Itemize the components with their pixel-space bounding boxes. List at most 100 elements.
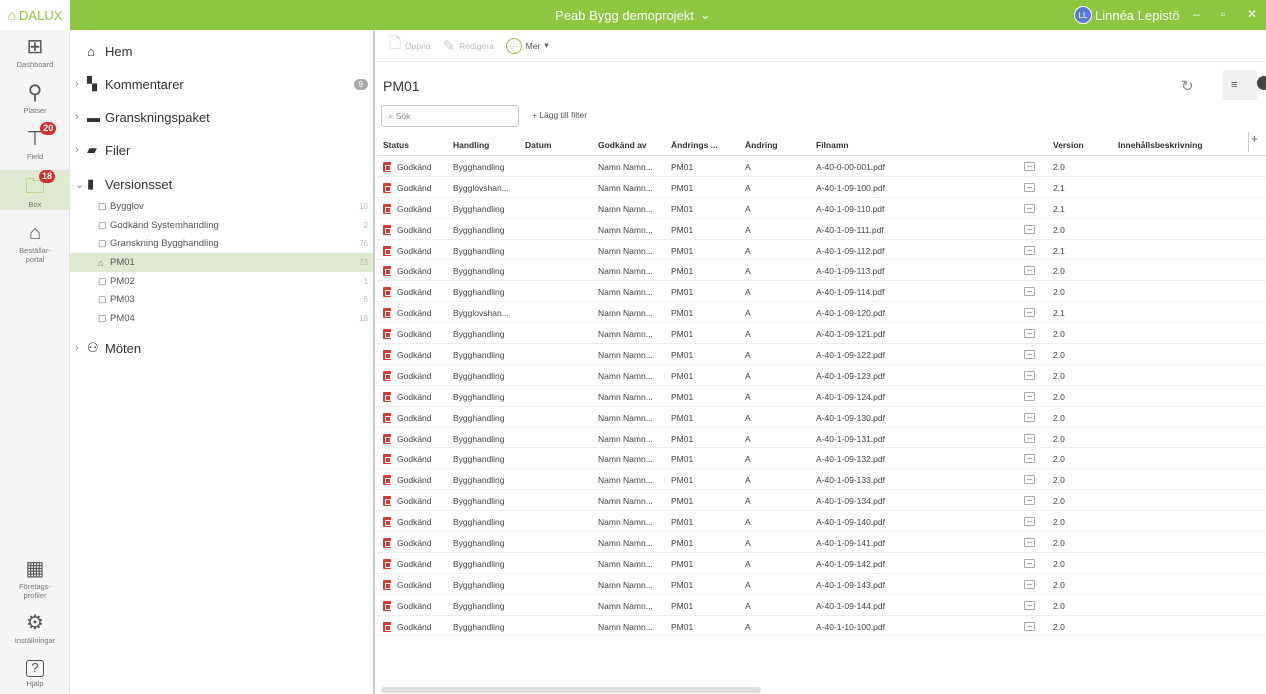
rail-dashboard[interactable]: ⊞ Dashboard <box>0 36 70 74</box>
table-row[interactable]: Godkänd Bygghandling Namn Namn... PM01 A A-40… <box>377 448 1266 470</box>
column-header-datum[interactable]: Datum <box>525 140 551 150</box>
table-row[interactable]: Godkänd Bygghandling Namn Namn... PM01 A A-40… <box>377 198 1266 219</box>
list-view-toggle[interactable]: ≡ <box>1223 70 1257 100</box>
version-set-item[interactable]: ▢ PM02 1 <box>70 272 373 290</box>
tree-item-review-packages[interactable]: › ▬ Granskningspaket <box>70 108 373 126</box>
rail-platser[interactable]: ⚲ Platser <box>0 82 70 120</box>
chevron-down-icon[interactable]: ⌄ <box>75 178 84 191</box>
rail-foretagsprofiler[interactable]: ▦ Företags- profiler <box>0 558 70 602</box>
metadata-icon[interactable] <box>1024 329 1035 339</box>
tree-item-meetings[interactable]: › ⚇ Möten <box>70 339 373 357</box>
metadata-icon[interactable] <box>1024 391 1035 401</box>
table-row[interactable]: Godkänd Bygghandling Namn Namn... PM01 A A-40… <box>377 532 1266 553</box>
table-row[interactable]: Godkänd Bygglovshan... Namn Namn... PM01 A A-… <box>377 177 1266 198</box>
user-menu[interactable]: LL Linnéa Lepistö <box>1074 5 1180 25</box>
metadata-icon[interactable] <box>1024 579 1035 589</box>
column-header-version[interactable]: Version <box>1053 140 1084 150</box>
chevron-right-icon[interactable]: › <box>75 144 79 156</box>
table-row[interactable]: Godkänd Bygghandling Namn Namn... PM01 A A-40… <box>377 260 1266 282</box>
chevron-right-icon[interactable]: › <box>75 111 79 123</box>
project-name[interactable]: Peab Bygg demoprojekt <box>555 8 694 23</box>
table-row[interactable]: Godkänd Bygghandling Namn Namn... PM01 A A-40… <box>377 240 1266 261</box>
table-row[interactable]: Godkänd Bygghandling Namn Namn... PM01 A A-40… <box>377 490 1266 512</box>
metadata-icon[interactable] <box>1024 182 1035 192</box>
table-row[interactable]: Godkänd Bygghandling Namn Namn... PM01 A A-40… <box>377 553 1266 574</box>
metadata-icon[interactable] <box>1024 266 1035 276</box>
close-button[interactable]: ✕ <box>1247 7 1257 21</box>
tree-item-comments[interactable]: › ▚ Kommentarer 9 <box>70 75 373 93</box>
rail-installningar[interactable]: ⚙ Inställningar <box>0 612 70 650</box>
rail-field[interactable]: ⊤ 20 Field <box>0 122 70 166</box>
table-row[interactable]: Godkänd Bygghandling Namn Namn... PM01 A A-40… <box>377 219 1266 240</box>
tree-item-version-sets[interactable]: ⌄ ▮ Versionsset <box>70 175 373 193</box>
table-row[interactable]: Godkänd Bygghandling Namn Namn... PM01 A A-40… <box>377 469 1266 491</box>
horizontal-scrollbar[interactable] <box>381 687 761 693</box>
table-row[interactable]: Godkänd Bygghandling Namn Namn... PM01 A A-40… <box>377 281 1266 303</box>
metadata-icon[interactable] <box>1024 308 1035 318</box>
version-set-item[interactable]: ▢ Bygglov 10 <box>70 197 373 215</box>
table-row[interactable]: Godkänd Bygghandling Namn Namn... PM01 A A-40… <box>377 407 1266 428</box>
table-row[interactable]: Godkänd Bygghandling Namn Namn... PM01 A A-40… <box>377 344 1266 365</box>
chevron-down-icon[interactable]: ⌄ <box>700 7 711 23</box>
metadata-icon[interactable] <box>1024 370 1035 380</box>
refresh-icon[interactable]: ↻ <box>1181 77 1194 95</box>
metadata-icon[interactable] <box>1024 350 1035 360</box>
metadata-icon[interactable] <box>1024 454 1035 464</box>
tree-item-home[interactable]: ⌂ Hem <box>70 42 373 60</box>
more-button[interactable]: ··· Mer ▾ <box>505 37 549 54</box>
version-set-count: 23 <box>359 258 368 267</box>
rail-hjalp[interactable]: ? Hjälp <box>0 660 70 694</box>
metadata-icon[interactable] <box>1024 496 1035 506</box>
table-row[interactable]: Godkänd Bygghandling Namn Namn... PM01 A A-40… <box>377 616 1266 637</box>
version-set-item[interactable]: ▢ Granskning Bygghandling 76 <box>70 234 373 252</box>
add-column-button[interactable]: + <box>1248 132 1262 152</box>
chevron-right-icon[interactable]: › <box>75 78 79 90</box>
maximize-button[interactable]: ▫ <box>1221 7 1225 21</box>
version-set-item-selected[interactable]: ⌂ PM01 23 <box>70 253 373 272</box>
chart-view-icon[interactable] <box>1257 76 1266 90</box>
metadata-icon[interactable] <box>1024 224 1035 234</box>
column-header-godkand-av[interactable]: Godkänd av <box>598 140 647 150</box>
metadata-icon[interactable] <box>1024 245 1035 255</box>
minimize-button[interactable]: – <box>1193 7 1200 21</box>
metadata-icon[interactable] <box>1024 517 1035 527</box>
table-row[interactable]: Godkänd Bygghandling Namn Namn... PM01 A A-40… <box>377 428 1266 449</box>
table-row[interactable]: Godkänd Bygglovshan... Namn Namn... PM01 A A-… <box>377 302 1266 324</box>
metadata-icon[interactable] <box>1024 203 1035 213</box>
chevron-right-icon[interactable]: › <box>75 342 79 354</box>
column-header-handling[interactable]: Handling <box>453 140 489 150</box>
table-row[interactable]: Godkänd Bygghandling Namn Namn... PM01 A A-40… <box>377 365 1266 386</box>
add-filter-button[interactable]: + Lägg till filter <box>532 110 587 120</box>
edit-button[interactable]: ✎ Redigera <box>443 37 494 55</box>
metadata-icon[interactable] <box>1024 412 1035 422</box>
table-row[interactable]: Godkänd Bygghandling Namn Namn... PM01 A A-40… <box>377 156 1266 177</box>
column-header-andring[interactable]: Ändring <box>745 140 778 150</box>
search-input[interactable]: ⌕ Sök <box>381 105 519 127</box>
metadata-icon[interactable] <box>1024 621 1035 631</box>
metadata-icon[interactable] <box>1024 475 1035 485</box>
metadata-icon[interactable] <box>1024 558 1035 568</box>
column-header-status[interactable]: Status <box>383 140 409 150</box>
table-row[interactable]: Godkänd Bygghandling Namn Namn... PM01 A A-40… <box>377 595 1266 616</box>
metadata-icon[interactable] <box>1024 433 1035 443</box>
table-row[interactable]: Godkänd Bygghandling Namn Namn... PM01 A A-40… <box>377 386 1266 407</box>
table-row[interactable]: Godkänd Bygghandling Namn Namn... PM01 A A-40… <box>377 511 1266 533</box>
rail-box[interactable]: 🗀 18 Box <box>0 170 70 210</box>
table-row[interactable]: Godkänd Bygghandling Namn Namn... PM01 A A-40… <box>377 574 1266 595</box>
version-set-item[interactable]: ▢ PM04 18 <box>70 309 373 327</box>
tree-item-files[interactable]: › ▰ Filer <box>70 141 373 159</box>
metadata-icon[interactable] <box>1024 162 1035 171</box>
metadata-icon[interactable] <box>1024 538 1035 548</box>
cell-filnamn: A-40-1-09-113.pdf <box>816 266 885 277</box>
rail-bestallarportal[interactable]: ⌂ Beställar- portal <box>0 222 70 266</box>
metadata-icon[interactable] <box>1024 287 1035 297</box>
open-button[interactable]: 🗋 Öppna <box>389 33 431 58</box>
column-header-andringsdatum[interactable]: Ändrings ... <box>671 140 718 150</box>
table-row[interactable]: Godkänd Bygghandling Namn Namn... PM01 A A-40… <box>377 323 1266 345</box>
column-header-filnamn[interactable]: Filnamn <box>816 140 849 150</box>
metadata-icon[interactable] <box>1024 600 1035 610</box>
version-set-item[interactable]: ▢ Godkänd Systemhandling 2 <box>70 216 373 234</box>
column-header-innehallsbeskrivning[interactable]: Innehållsbeskrivning <box>1118 140 1203 150</box>
version-set-item[interactable]: ▢ PM03 6 <box>70 290 373 308</box>
dalux-logo[interactable]: ⌂ DALUX <box>0 0 70 30</box>
